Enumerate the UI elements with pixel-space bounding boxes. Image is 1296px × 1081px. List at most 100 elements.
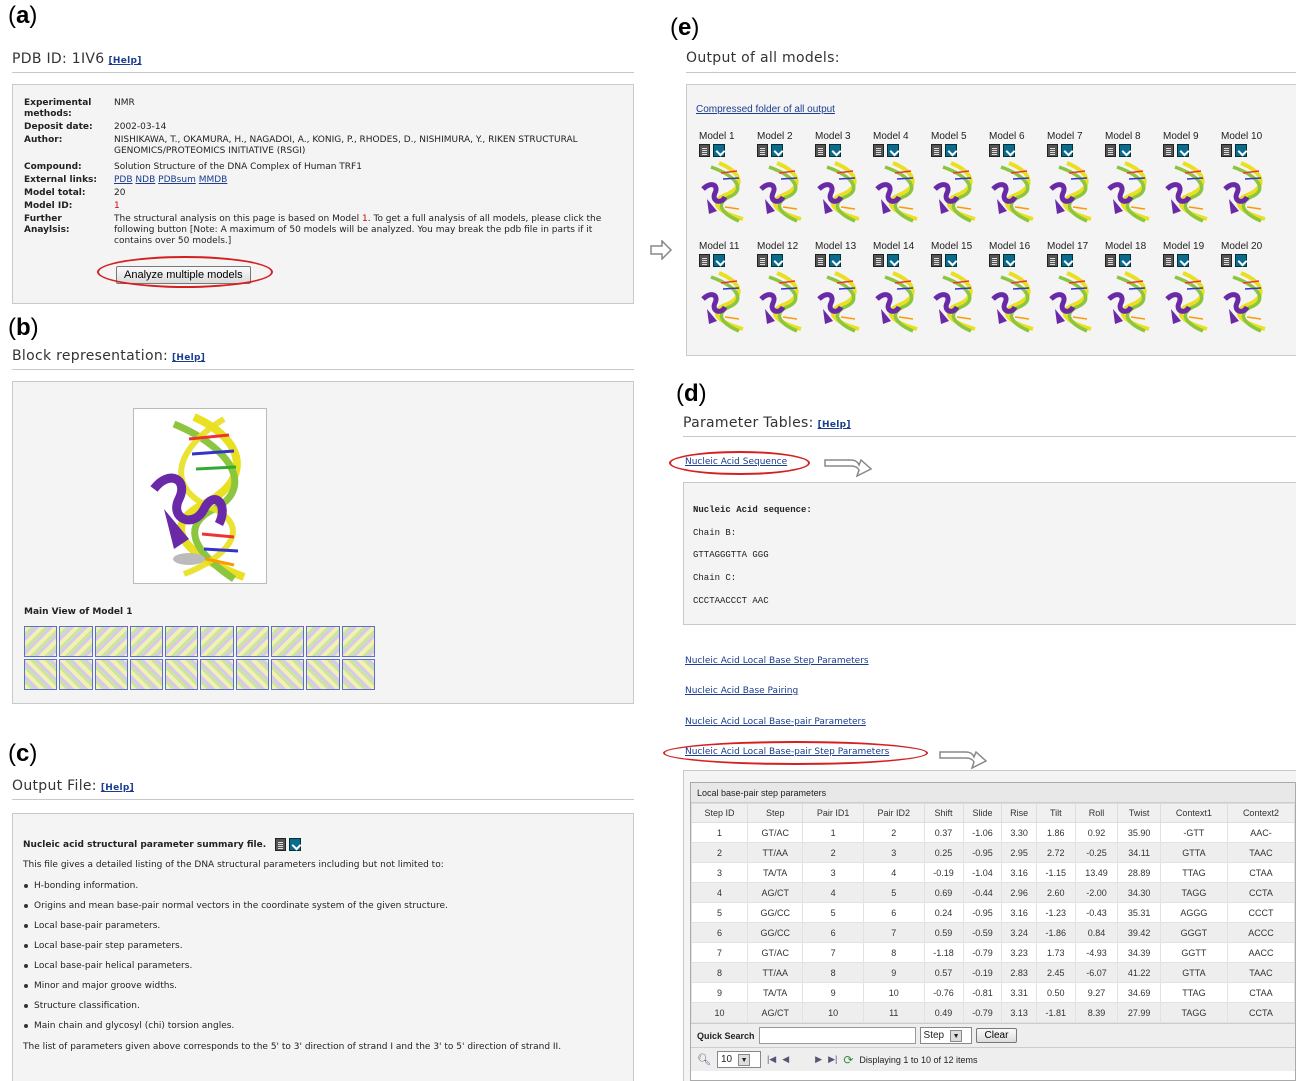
compressed-folder-link[interactable]: Compressed folder of all output	[696, 104, 835, 115]
column-header[interactable]: Slide	[962, 803, 1003, 823]
block-thumbnail[interactable]	[94, 659, 128, 690]
download-icon[interactable]	[1003, 144, 1015, 157]
column-header[interactable]: Context2	[1226, 803, 1296, 823]
download-icon[interactable]	[1235, 254, 1247, 267]
refresh-icon[interactable]: ⟳	[843, 1053, 853, 1067]
table-row[interactable]: 1 GT/AC 1 2 0.37 -1.06 3.30 1.86 0.92 35.90 -GTT AA…	[690, 822, 1296, 843]
block-thumbnail[interactable]	[24, 626, 58, 657]
download-icon[interactable]	[771, 254, 783, 267]
clear-button[interactable]: Clear	[975, 1028, 1018, 1043]
document-icon[interactable]	[931, 144, 942, 157]
document-icon[interactable]	[1163, 254, 1174, 267]
column-header[interactable]: Tilt	[1035, 803, 1076, 823]
block-thumbnail[interactable]	[341, 659, 375, 690]
column-header[interactable]: Step ID	[690, 803, 749, 823]
download-icon[interactable]	[945, 254, 957, 267]
download-icon[interactable]	[1119, 254, 1131, 267]
block-thumbnail[interactable]	[235, 659, 270, 690]
download-icon[interactable]	[1177, 144, 1189, 157]
block-thumbnail[interactable]	[165, 626, 199, 657]
table-row[interactable]: 4 AG/CT 4 5 0.69 -0.44 2.96 2.60 -2.00 34.30 TAGG C…	[690, 882, 1296, 903]
column-header[interactable]: Context1	[1159, 803, 1228, 823]
model-structure-thumbnail[interactable]	[873, 269, 923, 333]
model-structure-thumbnail[interactable]	[815, 269, 865, 333]
block-thumbnail[interactable]	[59, 659, 93, 690]
column-header[interactable]: Roll	[1074, 803, 1119, 823]
download-icon[interactable]	[829, 144, 841, 157]
document-icon[interactable]	[275, 838, 287, 851]
table-row[interactable]: 6 GG/CC 6 7 0.59 -0.59 3.24 -1.86 0.84 39.42 GGGT A…	[690, 922, 1296, 943]
block-thumbnail[interactable]	[271, 626, 305, 657]
ndb-link[interactable]: NDB	[135, 175, 155, 185]
column-header[interactable]: Shift	[923, 803, 964, 823]
block-thumbnail[interactable]	[200, 626, 234, 657]
model-structure-thumbnail[interactable]	[1221, 159, 1271, 223]
document-icon[interactable]	[1047, 144, 1058, 157]
model-structure-thumbnail[interactable]	[757, 269, 807, 333]
column-header[interactable]: Step	[747, 803, 804, 823]
table-row[interactable]: 10 AG/CT 10 11 0.49 -0.79 3.13 -1.81 8.39 27.99 TA…	[690, 1002, 1296, 1023]
pdb-link[interactable]: PDB	[114, 175, 133, 185]
block-thumbnail[interactable]	[200, 659, 234, 690]
document-icon[interactable]	[873, 144, 884, 157]
help-link[interactable]: [Help]	[818, 420, 851, 430]
block-thumbnail[interactable]	[24, 659, 58, 690]
download-icon[interactable]	[829, 254, 841, 267]
download-icon[interactable]	[887, 144, 899, 157]
quick-search-input[interactable]	[758, 1027, 916, 1044]
model-structure-thumbnail[interactable]	[1163, 159, 1213, 223]
block-thumbnail[interactable]	[129, 659, 164, 690]
search-field-select[interactable]: Step ▼	[919, 1027, 972, 1044]
download-icon[interactable]	[1003, 254, 1015, 267]
model-structure-thumbnail[interactable]	[931, 159, 981, 223]
document-icon[interactable]	[757, 254, 768, 267]
document-icon[interactable]	[1105, 254, 1116, 267]
document-icon[interactable]	[1105, 144, 1116, 157]
block-thumbnail[interactable]	[165, 659, 199, 690]
download-icon[interactable]	[713, 144, 725, 157]
document-icon[interactable]	[931, 254, 942, 267]
download-icon[interactable]	[945, 144, 957, 157]
column-header[interactable]: Twist	[1117, 803, 1161, 823]
base-pairing-link[interactable]: Nucleic Acid Base Pairing	[685, 686, 798, 696]
document-icon[interactable]	[1047, 254, 1058, 267]
model-structure-thumbnail[interactable]	[815, 159, 865, 223]
local-base-step-parameters-link[interactable]: Nucleic Acid Local Base Step Parameters	[685, 656, 869, 666]
block-thumbnail[interactable]	[59, 626, 93, 657]
download-icon[interactable]	[771, 144, 783, 157]
table-row[interactable]: 7 GT/AC 7 8 -1.18 -0.79 3.23 1.73 -4.93 34.39 GGTT…	[690, 942, 1296, 963]
last-page-icon[interactable]: ▶|	[828, 1054, 837, 1065]
document-icon[interactable]	[757, 144, 768, 157]
model-structure-thumbnail[interactable]	[699, 159, 749, 223]
document-icon[interactable]	[1221, 254, 1232, 267]
download-icon[interactable]	[1235, 144, 1247, 157]
document-icon[interactable]	[1163, 144, 1174, 157]
model-structure-thumbnail[interactable]	[873, 159, 923, 223]
model-structure-thumbnail[interactable]	[1047, 269, 1097, 333]
next-page-icon[interactable]: ▶	[815, 1054, 822, 1065]
help-link[interactable]: [Help]	[108, 56, 141, 66]
download-icon[interactable]	[1061, 254, 1073, 267]
help-link[interactable]: [Help]	[172, 353, 205, 363]
download-icon[interactable]	[1177, 254, 1189, 267]
block-thumbnail[interactable]	[341, 626, 375, 657]
document-icon[interactable]	[873, 254, 884, 267]
page-size-select[interactable]: 10 ▼	[716, 1051, 761, 1068]
model-structure-thumbnail[interactable]	[931, 269, 981, 333]
block-thumbnail[interactable]	[306, 659, 340, 690]
table-row[interactable]: 3 TA/TA 3 4 -0.19 -1.04 3.16 -1.15 13.49 28.89 TTA…	[690, 862, 1296, 883]
download-icon[interactable]	[713, 254, 725, 267]
download-icon[interactable]	[1061, 144, 1073, 157]
document-icon[interactable]	[699, 254, 710, 267]
table-row[interactable]: 2 TT/AA 2 3 0.25 -0.95 2.95 2.72 -0.25 34.11 GTTA T…	[690, 842, 1296, 863]
download-icon[interactable]	[1119, 144, 1131, 157]
first-page-icon[interactable]: |◀	[767, 1054, 776, 1065]
model-structure-thumbnail[interactable]	[1221, 269, 1271, 333]
document-icon[interactable]	[1221, 144, 1232, 157]
model-structure-thumbnail[interactable]	[1105, 269, 1155, 333]
model-structure-thumbnail[interactable]	[989, 159, 1039, 223]
document-icon[interactable]	[815, 144, 826, 157]
block-thumbnail[interactable]	[235, 626, 270, 657]
pdbsum-link[interactable]: PDBsum	[158, 175, 196, 185]
prev-page-icon[interactable]: ◀	[782, 1054, 789, 1065]
